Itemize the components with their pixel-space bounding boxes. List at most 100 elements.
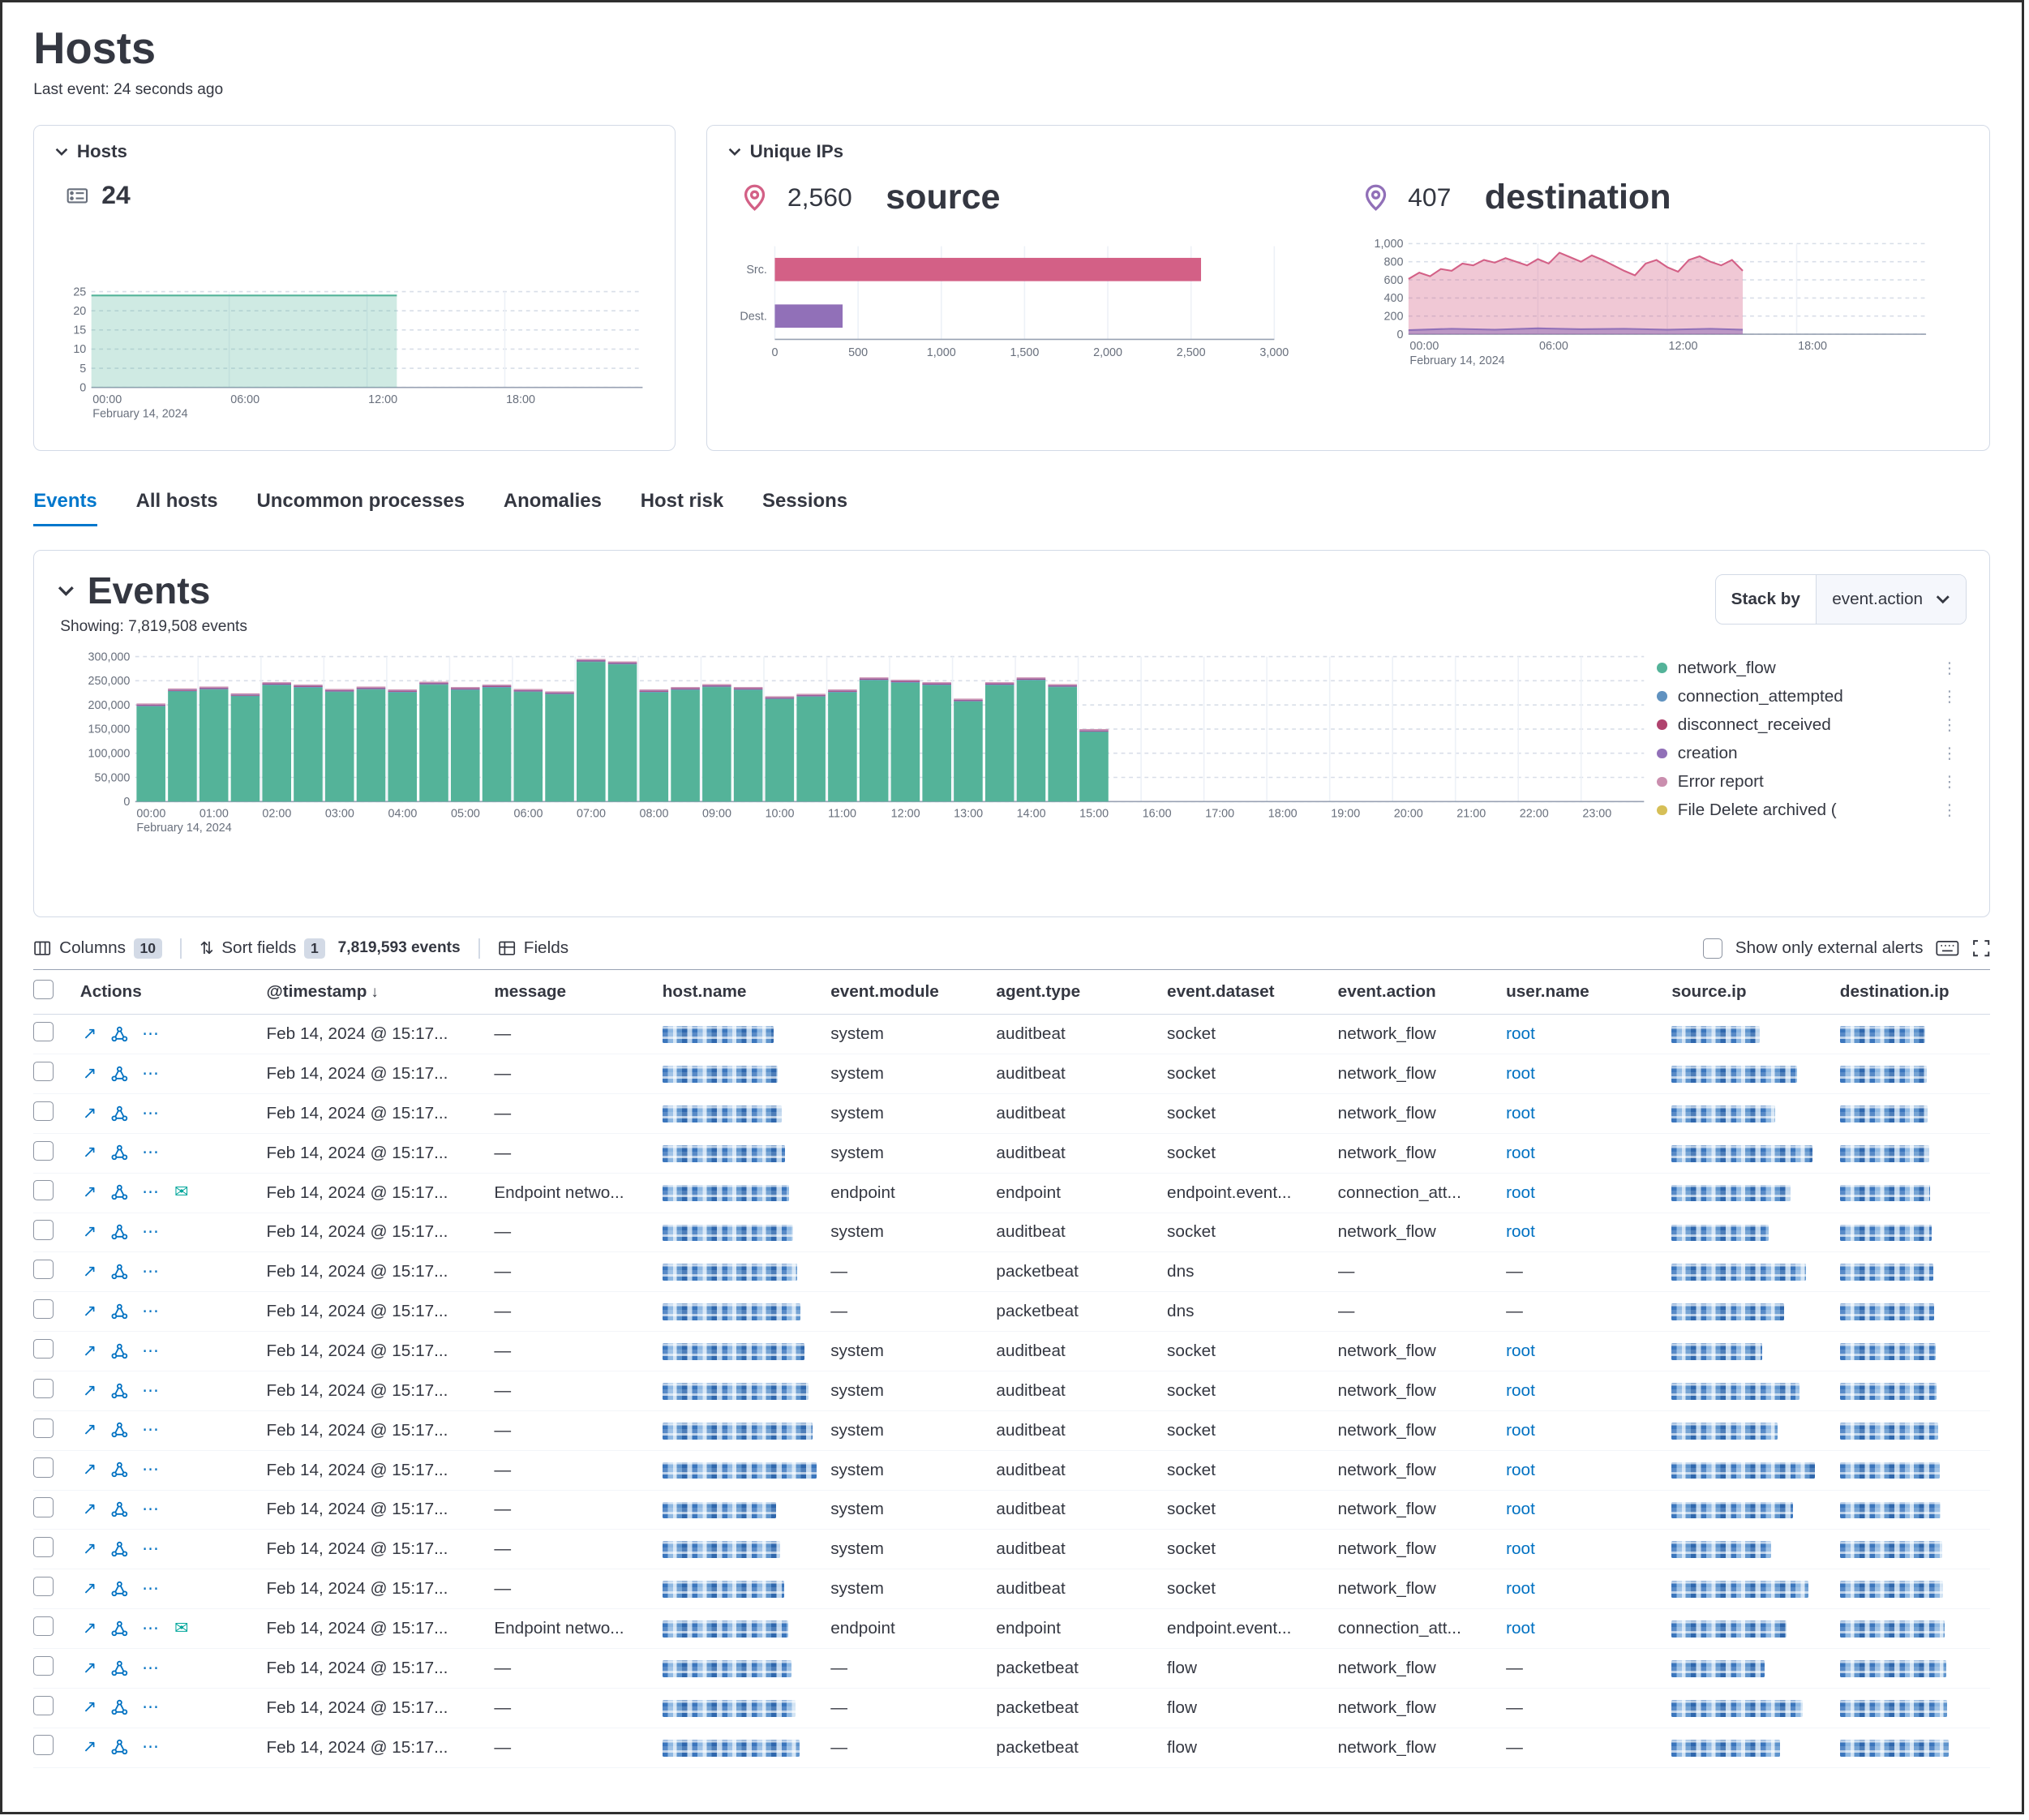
column-header-agent.type[interactable]: agent.type xyxy=(996,982,1167,1002)
user-name-cell[interactable]: root xyxy=(1506,1421,1671,1440)
column-header-Actions[interactable]: Actions xyxy=(80,982,267,1002)
table-row[interactable]: ↗ ⋯ ✉ Feb 14, 2024 @ 15:17... Endpoint n… xyxy=(33,1174,1990,1213)
user-name-cell[interactable]: root xyxy=(1506,1024,1671,1044)
select-all-checkbox[interactable] xyxy=(33,980,53,999)
expand-event-icon[interactable]: ↗ xyxy=(83,1422,97,1439)
row-checkbox-cell[interactable] xyxy=(33,1379,79,1403)
tab-anomalies[interactable]: Anomalies xyxy=(504,482,602,526)
analyze-event-icon[interactable] xyxy=(111,1066,128,1083)
more-actions-icon[interactable]: ⋯ xyxy=(142,1581,160,1598)
expand-event-icon[interactable]: ↗ xyxy=(83,1343,97,1360)
more-actions-icon[interactable]: ⋯ xyxy=(142,1541,160,1558)
row-checkbox-cell[interactable] xyxy=(33,1141,79,1165)
analyze-event-icon[interactable] xyxy=(111,1541,128,1558)
more-actions-icon[interactable]: ⋯ xyxy=(142,1699,160,1716)
row-checkbox[interactable] xyxy=(33,1537,53,1556)
more-actions-icon[interactable]: ⋯ xyxy=(142,1383,160,1400)
user-name-cell[interactable]: root xyxy=(1506,1064,1671,1084)
row-checkbox-cell[interactable] xyxy=(33,1696,79,1720)
row-checkbox-cell[interactable] xyxy=(33,1062,79,1086)
more-actions-icon[interactable]: ⋯ xyxy=(142,1501,160,1518)
expand-event-icon[interactable]: ↗ xyxy=(83,1383,97,1400)
tab-all-hosts[interactable]: All hosts xyxy=(136,482,218,526)
row-checkbox[interactable] xyxy=(33,1457,53,1477)
expand-event-icon[interactable]: ↗ xyxy=(83,1066,97,1083)
legend-options-icon[interactable]: ⋮ xyxy=(1941,772,1957,792)
expand-event-icon[interactable]: ↗ xyxy=(83,1620,97,1638)
row-checkbox[interactable] xyxy=(33,1419,53,1438)
row-checkbox-cell[interactable] xyxy=(33,1497,79,1522)
analyze-event-icon[interactable] xyxy=(111,1422,128,1439)
column-header-destination.ip[interactable]: destination.ip xyxy=(1840,982,1991,1002)
tab-uncommon-processes[interactable]: Uncommon processes xyxy=(256,482,465,526)
legend-item[interactable]: disconnect_received ⋮ xyxy=(1657,710,1957,739)
legend-options-icon[interactable]: ⋮ xyxy=(1941,659,1957,678)
row-checkbox-cell[interactable] xyxy=(33,1220,79,1244)
row-checkbox[interactable] xyxy=(33,1577,53,1596)
user-name-cell[interactable]: root xyxy=(1506,1539,1671,1559)
row-checkbox-cell[interactable] xyxy=(33,1299,79,1324)
sort-fields-button[interactable]: ⇅ Sort fields 1 xyxy=(199,938,324,959)
table-row[interactable]: ↗ ⋯ Feb 14, 2024 @ 15:17... — system aud… xyxy=(33,1094,1990,1134)
more-actions-icon[interactable]: ⋯ xyxy=(142,1144,160,1161)
legend-item[interactable]: connection_attempted ⋮ xyxy=(1657,682,1957,710)
expand-event-icon[interactable]: ↗ xyxy=(83,1501,97,1518)
row-checkbox-cell[interactable] xyxy=(33,1101,79,1126)
column-header-@timestamp[interactable]: @timestamp↓ xyxy=(266,982,494,1002)
legend-options-icon[interactable]: ⋮ xyxy=(1941,687,1957,706)
fields-button[interactable]: Fields xyxy=(498,938,568,958)
table-row[interactable]: ↗ ⋯ Feb 14, 2024 @ 15:17... — system aud… xyxy=(33,1054,1990,1094)
legend-options-icon[interactable]: ⋮ xyxy=(1941,715,1957,735)
legend-item[interactable]: Error report ⋮ xyxy=(1657,767,1957,796)
row-checkbox[interactable] xyxy=(33,1062,53,1081)
analyze-event-icon[interactable] xyxy=(111,1660,128,1677)
expand-event-icon[interactable]: ↗ xyxy=(83,1462,97,1479)
row-checkbox[interactable] xyxy=(33,1180,53,1200)
row-checkbox-cell[interactable] xyxy=(33,1260,79,1284)
user-name-cell[interactable]: root xyxy=(1506,1144,1671,1163)
endpoint-event-icon[interactable]: ✉ xyxy=(174,1620,188,1638)
row-checkbox[interactable] xyxy=(33,1379,53,1398)
more-actions-icon[interactable]: ⋯ xyxy=(142,1620,160,1638)
expand-event-icon[interactable]: ↗ xyxy=(83,1224,97,1241)
column-header-source.ip[interactable]: source.ip xyxy=(1671,982,1839,1002)
expand-event-icon[interactable]: ↗ xyxy=(83,1739,97,1756)
row-checkbox[interactable] xyxy=(33,1022,53,1041)
analyze-event-icon[interactable] xyxy=(111,1224,128,1241)
user-name-cell[interactable]: root xyxy=(1506,1104,1671,1123)
stack-by-select[interactable]: event.action xyxy=(1816,575,1966,625)
row-checkbox-cell[interactable] xyxy=(33,1537,79,1561)
table-row[interactable]: ↗ ⋯ Feb 14, 2024 @ 15:17... — system aud… xyxy=(33,1569,1990,1609)
analyze-event-icon[interactable] xyxy=(111,1620,128,1638)
user-name-cell[interactable]: root xyxy=(1506,1500,1671,1519)
legend-options-icon[interactable]: ⋮ xyxy=(1941,801,1957,819)
more-actions-icon[interactable]: ⋯ xyxy=(142,1066,160,1083)
select-all-checkbox-cell[interactable] xyxy=(33,980,79,1004)
table-row[interactable]: ↗ ⋯ Feb 14, 2024 @ 15:17... — system aud… xyxy=(33,1134,1990,1174)
column-header-event.module[interactable]: event.module xyxy=(830,982,996,1002)
analyze-event-icon[interactable] xyxy=(111,1264,128,1281)
expand-event-icon[interactable]: ↗ xyxy=(83,1541,97,1558)
row-checkbox[interactable] xyxy=(33,1299,53,1319)
expand-event-icon[interactable]: ↗ xyxy=(83,1264,97,1281)
table-row[interactable]: ↗ ⋯ Feb 14, 2024 @ 15:17... — system aud… xyxy=(33,1411,1990,1451)
more-actions-icon[interactable]: ⋯ xyxy=(142,1303,160,1320)
row-checkbox-cell[interactable] xyxy=(33,1180,79,1204)
analyze-event-icon[interactable] xyxy=(111,1105,128,1122)
expand-event-icon[interactable]: ↗ xyxy=(83,1026,97,1043)
endpoint-event-icon[interactable]: ✉ xyxy=(174,1184,188,1201)
analyze-event-icon[interactable] xyxy=(111,1343,128,1360)
table-row[interactable]: ↗ ⋯ Feb 14, 2024 @ 15:17... — — packetbe… xyxy=(33,1728,1990,1768)
legend-item[interactable]: creation ⋮ xyxy=(1657,739,1957,767)
expand-event-icon[interactable]: ↗ xyxy=(83,1105,97,1122)
analyze-event-icon[interactable] xyxy=(111,1026,128,1043)
analyze-event-icon[interactable] xyxy=(111,1501,128,1518)
more-actions-icon[interactable]: ⋯ xyxy=(142,1026,160,1043)
row-checkbox[interactable] xyxy=(33,1696,53,1715)
analyze-event-icon[interactable] xyxy=(111,1739,128,1756)
row-checkbox-cell[interactable] xyxy=(33,1419,79,1443)
legend-options-icon[interactable]: ⋮ xyxy=(1941,744,1957,763)
table-row[interactable]: ↗ ⋯ Feb 14, 2024 @ 15:17... — — packetbe… xyxy=(33,1649,1990,1689)
user-name-cell[interactable]: root xyxy=(1506,1222,1671,1242)
row-checkbox[interactable] xyxy=(33,1497,53,1517)
